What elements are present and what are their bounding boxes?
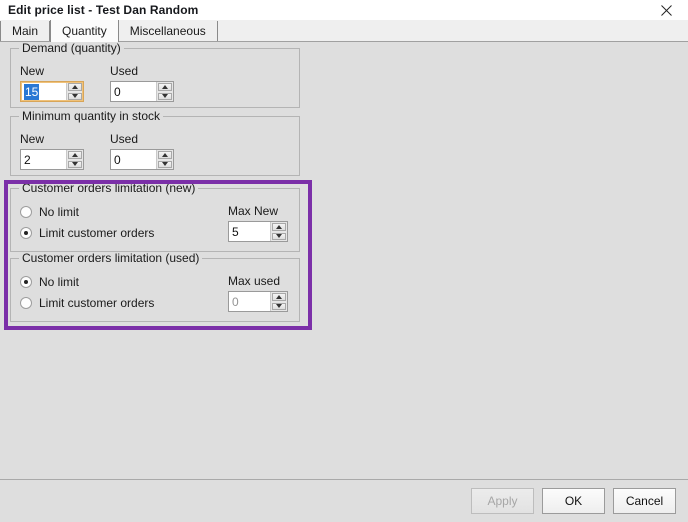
radio-new-no-limit-label: No limit: [39, 205, 80, 219]
radio-icon: [20, 227, 32, 239]
max-new-value[interactable]: 5: [229, 222, 270, 241]
minimum-new-spinner[interactable]: 2: [20, 149, 84, 170]
tab-miscellaneous[interactable]: Miscellaneous: [118, 21, 218, 41]
radio-used-no-limit[interactable]: No limit: [20, 275, 79, 289]
demand-new-value-wrap[interactable]: 15: [21, 82, 66, 101]
radio-icon: [20, 276, 32, 288]
demand-new-value: 15: [24, 83, 40, 100]
demand-used-value[interactable]: 0: [111, 82, 156, 101]
max-used-label: Max used: [228, 274, 281, 288]
group-customer-new-title: Customer orders limitation (new): [19, 182, 199, 194]
close-button[interactable]: [644, 0, 688, 20]
arrow-up-icon: [72, 152, 78, 157]
group-customer-orders-used: Customer orders limitation (used): [10, 252, 300, 322]
max-used-spin-buttons: [270, 292, 287, 311]
radio-used-no-limit-label: No limit: [39, 275, 80, 289]
arrow-down-icon: [276, 234, 282, 239]
radio-used-limit-orders-label: Limit customer orders: [39, 296, 155, 310]
minimum-used-label: Used: [110, 132, 139, 146]
cancel-button[interactable]: Cancel: [613, 488, 676, 514]
arrow-up-icon: [276, 224, 282, 229]
group-demand-title: Demand (quantity): [19, 42, 124, 54]
tab-main-label: Main: [12, 24, 39, 38]
demand-used-increment-button[interactable]: [158, 83, 172, 91]
minimum-used-value[interactable]: 0: [111, 150, 156, 169]
minimum-used-increment-button[interactable]: [158, 151, 172, 159]
arrow-up-icon: [162, 152, 168, 157]
max-new-increment-button[interactable]: [272, 223, 286, 231]
arrow-down-icon: [276, 304, 282, 309]
minimum-new-label: New: [20, 132, 45, 146]
max-used-spinner[interactable]: 0: [228, 291, 288, 312]
arrow-up-icon: [276, 294, 282, 299]
group-minimum-title: Minimum quantity in stock: [19, 110, 164, 122]
max-new-spinner[interactable]: 5: [228, 221, 288, 242]
minimum-used-decrement-button[interactable]: [158, 160, 172, 168]
demand-new-increment-button[interactable]: [68, 83, 82, 91]
max-used-value: 0: [232, 294, 239, 309]
arrow-up-icon: [162, 84, 168, 89]
close-icon: [660, 4, 672, 16]
demand-new-spin-buttons: [66, 82, 83, 101]
arrow-down-icon: [72, 94, 78, 99]
title-bar: Edit price list - Test Dan Random: [0, 0, 688, 20]
radio-icon: [20, 297, 32, 309]
group-customer-used-title: Customer orders limitation (used): [19, 252, 203, 264]
arrow-down-icon: [162, 94, 168, 99]
dialog-footer: Apply OK Cancel: [0, 480, 688, 522]
radio-new-limit-orders[interactable]: Limit customer orders: [20, 226, 154, 240]
ok-button[interactable]: OK: [542, 488, 605, 514]
radio-used-limit-orders[interactable]: Limit customer orders: [20, 296, 154, 310]
max-new-label: Max New: [228, 204, 279, 218]
demand-used-spin-buttons: [156, 82, 173, 101]
apply-button-label: Apply: [487, 494, 518, 508]
minimum-used-spin-buttons: [156, 150, 173, 169]
demand-new-decrement-button[interactable]: [68, 92, 82, 100]
demand-new-spinner[interactable]: 15: [20, 81, 84, 102]
minimum-new-value[interactable]: 2: [21, 150, 66, 169]
arrow-down-icon: [72, 162, 78, 167]
radio-new-limit-orders-label: Limit customer orders: [39, 226, 155, 240]
arrow-down-icon: [162, 162, 168, 167]
demand-used-spinner[interactable]: 0: [110, 81, 174, 102]
max-used-decrement-button[interactable]: [272, 302, 286, 310]
minimum-new-decrement-button[interactable]: [68, 160, 82, 168]
demand-new-label: New: [20, 64, 45, 78]
demand-used-label: Used: [110, 64, 139, 78]
radio-icon: [20, 206, 32, 218]
window-title: Edit price list - Test Dan Random: [8, 3, 199, 17]
arrow-up-icon: [72, 84, 78, 89]
ok-button-label: OK: [564, 494, 583, 508]
demand-used-decrement-button[interactable]: [158, 92, 172, 100]
max-used-increment-button[interactable]: [272, 293, 286, 301]
max-new-decrement-button[interactable]: [272, 232, 286, 240]
radio-new-no-limit[interactable]: No limit: [20, 205, 79, 219]
minimum-new-increment-button[interactable]: [68, 151, 82, 159]
tab-quantity-label: Quantity: [62, 24, 107, 38]
tab-quantity[interactable]: Quantity: [50, 20, 119, 42]
apply-button[interactable]: Apply: [471, 488, 534, 514]
minimum-new-spin-buttons: [66, 150, 83, 169]
tab-main[interactable]: Main: [0, 21, 51, 41]
minimum-used-spinner[interactable]: 0: [110, 149, 174, 170]
max-new-spin-buttons: [270, 222, 287, 241]
cancel-button-label: Cancel: [625, 494, 664, 508]
tab-strip: Main Quantity Miscellaneous: [0, 20, 688, 42]
tab-content-quantity: Demand (quantity) New 15 Used 0 Minimum …: [0, 42, 688, 522]
group-customer-orders-new: Customer orders limitation (new): [10, 182, 300, 252]
tab-miscellaneous-label: Miscellaneous: [129, 24, 206, 38]
